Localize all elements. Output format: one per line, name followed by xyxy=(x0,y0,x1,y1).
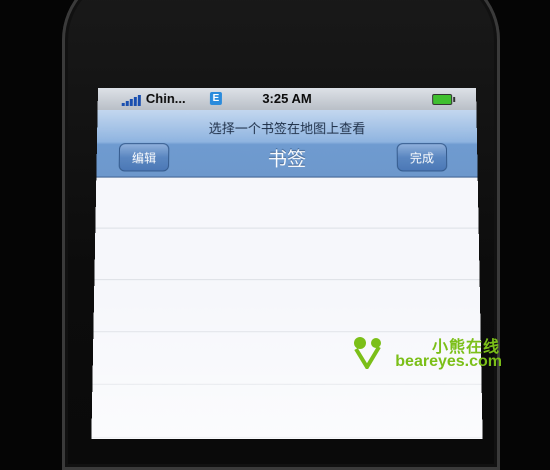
status-clock: 3:25 AM xyxy=(262,90,312,106)
list-item[interactable] xyxy=(91,384,483,438)
watermark-site: beareyes.com xyxy=(395,353,502,370)
nav-prompt: 选择一个书签在地图上查看 xyxy=(208,122,366,138)
done-button[interactable]: 完成 xyxy=(396,143,448,172)
navigation-bar: 选择一个书签在地图上查看 编辑 书签 完成 xyxy=(96,109,478,178)
list-item[interactable] xyxy=(95,177,479,229)
bear-logo-icon xyxy=(354,337,381,369)
list-item[interactable] xyxy=(94,228,480,281)
list-item[interactable] xyxy=(93,280,481,333)
bookmarks-list xyxy=(91,177,483,438)
battery-icon xyxy=(432,93,453,105)
status-bar: Chin... E 3:25 AM xyxy=(97,88,477,110)
watermark: 小熊在线 beareyes.com xyxy=(352,333,502,377)
phone-screen: Chin... E 3:25 AM 选择一个书签在地图上查看 编辑 书签 完成 xyxy=(91,88,483,440)
